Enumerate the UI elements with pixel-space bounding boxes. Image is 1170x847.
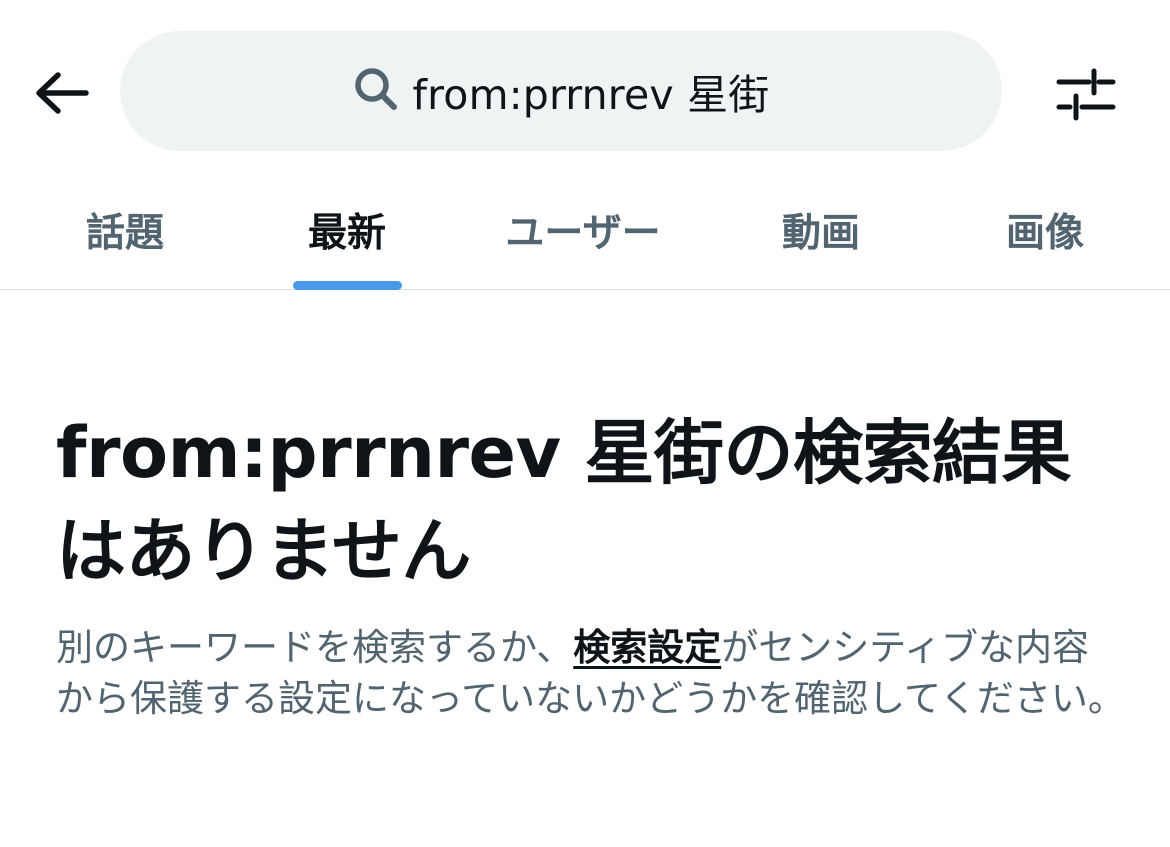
tab-label: 画像 (1005, 211, 1084, 256)
active-tab-indicator (293, 281, 402, 290)
search-tabs: 話題 最新 ユーザー 動画 画像 (0, 180, 1170, 290)
arrow-left-icon (36, 72, 89, 114)
search-settings-link[interactable]: 検索設定 (573, 626, 721, 669)
empty-state-title: from:prrnrev 星街の検索結果はありません (56, 412, 1071, 592)
tab-label: ユーザー (505, 211, 661, 256)
empty-state-description: 別のキーワードを検索するか、検索設定がセンシティブな内容から保護する設定になって… (56, 622, 1126, 724)
search-field[interactable]: from:prrnrev 星街 (120, 31, 1002, 151)
search-results-screen: from:prrnrev 星街 話題 最新 ユーザー 動画 画像 from:pr… (0, 0, 1170, 847)
empty-state: from:prrnrev 星街の検索結果はありません 別のキーワードを検索するか… (56, 404, 1126, 724)
search-header: from:prrnrev 星街 (0, 0, 1170, 180)
back-button[interactable] (22, 60, 102, 126)
tab-topics[interactable]: 話題 (14, 180, 236, 289)
tab-label: 最新 (307, 211, 386, 256)
search-query-text: from:prrnrev 星街 (412, 71, 770, 119)
tab-label: 話題 (85, 211, 164, 256)
search-filter-button[interactable] (1050, 58, 1122, 130)
description-text-before: 別のキーワードを検索するか、 (56, 626, 574, 669)
tab-latest[interactable]: 最新 (236, 180, 458, 290)
tab-people[interactable]: ユーザー (472, 180, 694, 289)
tab-label: 動画 (781, 211, 860, 256)
tab-images[interactable]: 画像 (934, 180, 1156, 289)
search-icon (353, 66, 399, 112)
sliders-icon (1056, 68, 1116, 121)
tab-videos[interactable]: 動画 (710, 180, 932, 289)
